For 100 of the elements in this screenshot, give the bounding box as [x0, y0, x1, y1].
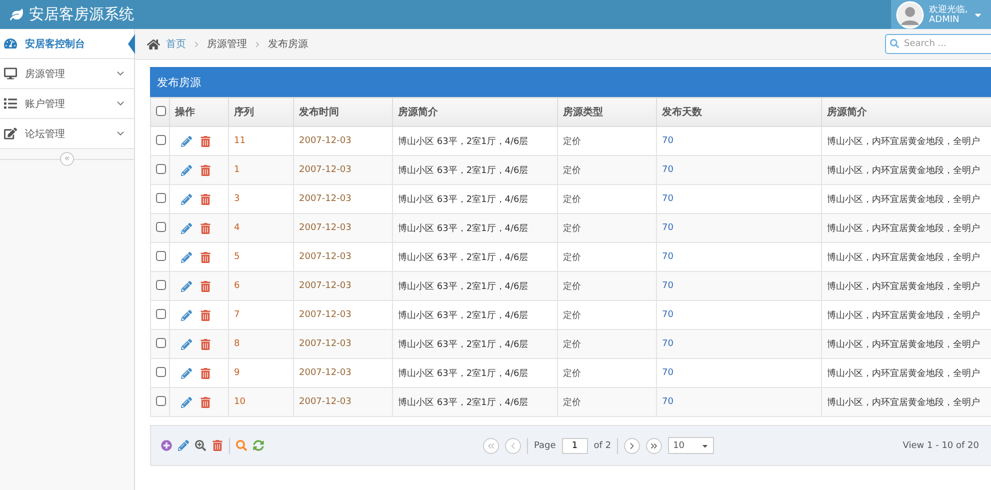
table-cell: 70	[656, 214, 822, 242]
table-cell: 7	[228, 300, 294, 330]
sidebar-item[interactable]: 论坛管理	[0, 119, 134, 149]
checkbox[interactable]	[156, 396, 166, 406]
table-cell: 博山小区 63平，2室1厅，4/6层	[392, 184, 558, 214]
page-input[interactable]: 1	[562, 438, 588, 454]
last-page-button[interactable]	[646, 438, 662, 454]
table-cell: 2007-12-03	[294, 184, 392, 214]
monitor-icon	[4, 67, 17, 80]
column-header: 操作	[170, 98, 228, 126]
table-cell: 定价	[558, 300, 656, 330]
pencil-icon[interactable]	[178, 440, 189, 451]
add-icon[interactable]	[161, 440, 172, 451]
pencil-icon[interactable]	[181, 338, 192, 350]
pencil-icon[interactable]	[181, 310, 192, 320]
pencil-icon[interactable]	[181, 164, 192, 176]
table-cell: 1	[228, 156, 294, 184]
trash-icon[interactable]	[200, 164, 211, 176]
pencil-icon[interactable]	[181, 396, 192, 408]
list-icon	[4, 97, 17, 110]
search-field[interactable]: Search ...	[885, 34, 991, 54]
dashboard-icon	[4, 37, 17, 50]
table-cell: 定价	[558, 358, 656, 388]
table-cell: 70	[656, 156, 822, 184]
trash-icon[interactable]	[200, 194, 211, 204]
table-cell: 定价	[558, 184, 656, 214]
table-cell: 2007-12-03	[294, 358, 392, 388]
table-cell: 博山小区，内环宜居黄金地段，全明户	[822, 358, 991, 388]
trash-icon[interactable]	[200, 396, 211, 408]
pencil-icon[interactable]	[181, 368, 192, 378]
zoom-icon[interactable]	[195, 440, 206, 451]
table-cell: 70	[656, 184, 822, 214]
checkbox[interactable]	[156, 164, 166, 174]
panel-title: 发布房源	[157, 74, 201, 90]
table-cell: 博山小区 63平，2室1厅，4/6层	[392, 300, 558, 330]
pencil-icon[interactable]	[181, 194, 192, 204]
table-cell: 4	[228, 214, 294, 242]
table-cell: 定价	[558, 388, 656, 416]
leaf-icon	[10, 8, 23, 21]
trash-icon[interactable]	[200, 280, 211, 292]
search-icon[interactable]	[236, 440, 247, 451]
table-cell: 2007-12-03	[294, 388, 392, 416]
search-icon	[890, 39, 899, 48]
refresh-icon[interactable]	[253, 440, 264, 451]
table-cell: 70	[656, 330, 822, 358]
table-cell: 博山小区 63平，2室1厅，4/6层	[392, 388, 558, 416]
checkbox[interactable]	[156, 366, 166, 376]
table-cell: 博山小区，内环宜居黄金地段，全明户	[822, 184, 991, 214]
table-cell: 博山小区 63平，2室1厅，4/6层	[392, 358, 558, 388]
double-chevron-icon	[486, 440, 496, 450]
checkbox[interactable]	[156, 106, 166, 116]
table-cell: 2007-12-03	[294, 300, 392, 330]
table-cell: 6	[228, 272, 294, 300]
table-cell: 2007-12-03	[294, 330, 392, 358]
pencil-icon[interactable]	[181, 280, 192, 292]
record-count: View 1 - 10 of 20	[902, 440, 979, 450]
table-cell: 2007-12-03	[294, 214, 392, 242]
sidebar-item[interactable]: 账户管理	[0, 89, 134, 119]
checkbox[interactable]	[156, 250, 166, 260]
trash-icon[interactable]	[212, 440, 223, 451]
pencil-icon[interactable]	[181, 222, 192, 234]
page-size-select[interactable]: 10	[668, 437, 714, 454]
table-cell: 2007-12-03	[294, 242, 392, 272]
trash-icon[interactable]	[200, 252, 211, 262]
user-name: ADMIN	[929, 14, 960, 24]
table-cell: 博山小区 63平，2室1厅，4/6层	[392, 156, 558, 184]
table-cell: 2007-12-03	[294, 156, 392, 184]
sidebar-item[interactable]: 房源管理	[0, 59, 134, 89]
table-cell: 2007-12-03	[294, 126, 392, 156]
checkbox[interactable]	[156, 192, 166, 202]
table-cell: 博山小区 63平，2室1厅，4/6层	[392, 126, 558, 156]
table-cell: 博山小区 63平，2室1厅，4/6层	[392, 272, 558, 300]
trash-icon[interactable]	[200, 338, 211, 350]
table-cell: 博山小区 63平，2室1厅，4/6层	[392, 214, 558, 242]
trash-icon[interactable]	[200, 136, 211, 146]
table-cell: 定价	[558, 242, 656, 272]
checkbox[interactable]	[156, 280, 166, 290]
table-cell: 定价	[558, 214, 656, 242]
next-page-button[interactable]	[624, 438, 640, 454]
checkbox[interactable]	[156, 338, 166, 348]
sidebar-item[interactable]: 安居客控制台	[0, 29, 134, 59]
column-header: 房源类型	[558, 98, 656, 126]
trash-icon[interactable]	[200, 368, 211, 378]
page-count: of 2	[594, 440, 612, 450]
column-header: 序列	[228, 98, 294, 126]
table-cell: 博山小区，内环宜居黄金地段，全明户	[822, 330, 991, 358]
breadcrumb-item: 房源管理	[207, 38, 247, 51]
checkbox[interactable]	[156, 222, 166, 232]
table-cell: 11	[228, 126, 294, 156]
table-cell: 3	[228, 184, 294, 214]
table-cell: 博山小区，内环宜居黄金地段，全明户	[822, 300, 991, 330]
trash-icon[interactable]	[200, 310, 211, 320]
checkbox[interactable]	[156, 308, 166, 318]
pencil-icon[interactable]	[181, 136, 192, 146]
checkbox[interactable]	[156, 134, 166, 144]
column-header: 房源简介	[822, 98, 991, 126]
pencil-icon[interactable]	[181, 252, 192, 262]
table-cell: 70	[656, 300, 822, 330]
trash-icon[interactable]	[200, 222, 211, 234]
table-cell: 博山小区 63平，2室1厅，4/6层	[392, 242, 558, 272]
